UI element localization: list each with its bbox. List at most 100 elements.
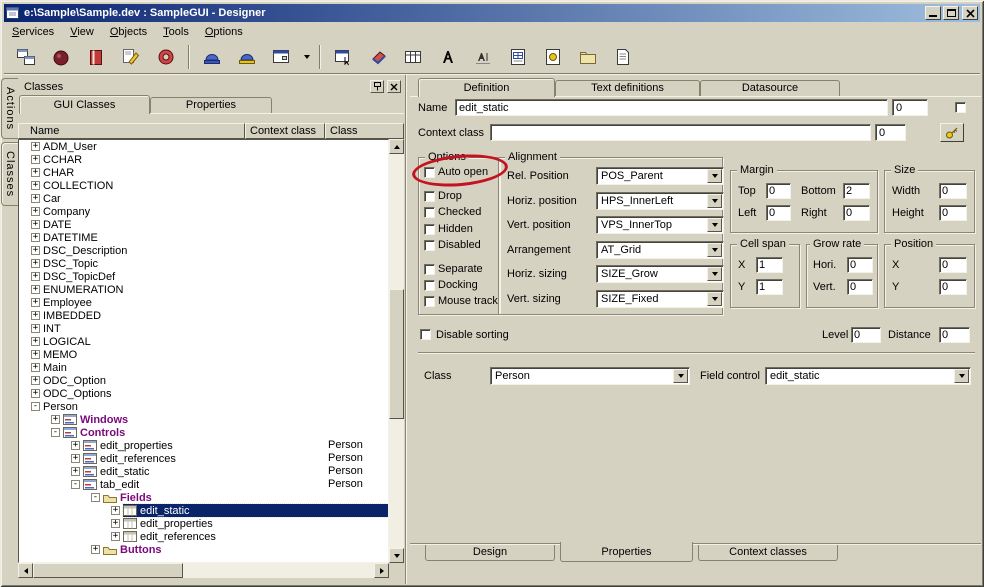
tab-context-classes[interactable]: Context classes bbox=[698, 545, 838, 561]
menu-item-objects[interactable]: Objects bbox=[102, 24, 155, 40]
tab-design[interactable]: Design bbox=[425, 545, 555, 561]
context-class-key-button[interactable] bbox=[940, 123, 964, 142]
tree-item-edit-references[interactable]: +edit_references bbox=[19, 530, 388, 543]
tab-datasource[interactable]: Datasource bbox=[700, 80, 840, 96]
tree-item-edit-references[interactable]: +edit_referencesPerson bbox=[19, 452, 388, 465]
expand-toggle[interactable]: + bbox=[31, 324, 40, 333]
font-button[interactable] bbox=[432, 43, 464, 71]
expand-toggle[interactable]: + bbox=[31, 272, 40, 281]
level-input[interactable] bbox=[851, 327, 881, 343]
expand-toggle[interactable]: + bbox=[31, 285, 40, 294]
auto-open-checkbox[interactable] bbox=[424, 167, 435, 178]
tree-item-enumeration[interactable]: +ENUMERATION bbox=[19, 283, 388, 296]
tree-item-main[interactable]: +Main bbox=[19, 361, 388, 374]
expand-toggle[interactable]: + bbox=[31, 142, 40, 151]
dropdown-arrow[interactable] bbox=[707, 218, 722, 232]
side-tab-actions[interactable]: Actions bbox=[1, 78, 18, 139]
position-y-input[interactable] bbox=[939, 279, 967, 295]
margin-left-input[interactable] bbox=[766, 205, 791, 221]
expand-toggle[interactable]: + bbox=[31, 298, 40, 307]
tab-text-definitions[interactable]: Text definitions bbox=[555, 80, 700, 96]
option-separate[interactable]: Separate bbox=[424, 262, 483, 276]
tab-properties[interactable]: Properties bbox=[560, 542, 693, 562]
option-mouse-track[interactable]: Mouse track. bbox=[424, 294, 501, 308]
menu-item-services[interactable]: Services bbox=[4, 24, 62, 40]
menu-item-view[interactable]: View bbox=[62, 24, 102, 40]
horiz-position-combo[interactable]: HPS_InnerLeft bbox=[596, 192, 724, 210]
expand-toggle[interactable]: + bbox=[71, 454, 80, 463]
option-checked[interactable]: Checked bbox=[424, 205, 481, 219]
horizontal-scrollbar[interactable] bbox=[18, 563, 389, 578]
expand-toggle[interactable]: + bbox=[31, 363, 40, 372]
margin-top-input[interactable] bbox=[766, 183, 791, 199]
tree-item-datetime[interactable]: +DATETIME bbox=[19, 231, 388, 244]
minimize-button[interactable] bbox=[925, 6, 941, 20]
tree-item-employee[interactable]: +Employee bbox=[19, 296, 388, 309]
vert-sizing-combo[interactable]: SIZE_Fixed bbox=[596, 290, 724, 308]
option-drop[interactable]: Drop bbox=[424, 189, 462, 203]
tree-item-edit-properties[interactable]: +edit_properties bbox=[19, 517, 388, 530]
docking-checkbox[interactable] bbox=[424, 280, 435, 291]
expand-toggle[interactable]: + bbox=[71, 441, 80, 450]
context-class-number-input[interactable] bbox=[875, 124, 906, 141]
column-header-name[interactable]: Name bbox=[18, 123, 245, 139]
field-control-combo[interactable]: edit_static bbox=[765, 367, 971, 385]
expand-toggle[interactable]: + bbox=[111, 506, 120, 515]
form-combo-button[interactable] bbox=[266, 43, 298, 71]
label-button[interactable] bbox=[467, 43, 499, 71]
hidden-checkbox[interactable] bbox=[424, 224, 435, 235]
tree-item-odc-options[interactable]: +ODC_Options bbox=[19, 387, 388, 400]
vertical-scroll-thumb[interactable] bbox=[389, 289, 404, 419]
grow-rate-vert-input[interactable] bbox=[847, 279, 873, 295]
disable-sorting-checkbox[interactable] bbox=[420, 329, 431, 340]
position-x-input[interactable] bbox=[939, 257, 967, 273]
tree-item-odc-option[interactable]: +ODC_Option bbox=[19, 374, 388, 387]
drop-checkbox[interactable] bbox=[424, 191, 435, 202]
tree-item-car[interactable]: +Car bbox=[19, 192, 388, 205]
tree-item-windows[interactable]: +Windows bbox=[19, 413, 388, 426]
dialog-button[interactable] bbox=[327, 43, 359, 71]
tree-item-edit-properties[interactable]: +edit_propertiesPerson bbox=[19, 439, 388, 452]
option-hidden[interactable]: Hidden bbox=[424, 222, 473, 236]
menu-item-tools[interactable]: Tools bbox=[155, 24, 197, 40]
expand-toggle[interactable]: + bbox=[31, 155, 40, 164]
tree-item-logical[interactable]: +LOGICAL bbox=[19, 335, 388, 348]
tree-item-int[interactable]: +INT bbox=[19, 322, 388, 335]
expand-toggle[interactable]: - bbox=[91, 493, 100, 502]
horizontal-scroll-thumb[interactable] bbox=[33, 563, 183, 578]
disabled-checkbox[interactable] bbox=[424, 240, 435, 251]
expand-toggle[interactable]: + bbox=[31, 389, 40, 398]
horiz-sizing-combo[interactable]: SIZE_Grow bbox=[596, 265, 724, 283]
toolbar-dropdown-arrow[interactable] bbox=[301, 43, 313, 71]
cell-span-y-input[interactable] bbox=[756, 279, 783, 295]
dock-pin-button[interactable] bbox=[370, 80, 384, 93]
tab-gui-classes[interactable]: GUI Classes bbox=[19, 95, 150, 114]
tree-item-imbedded[interactable]: +IMBEDDED bbox=[19, 309, 388, 322]
report-button[interactable] bbox=[502, 43, 534, 71]
tree-item-memo[interactable]: +MEMO bbox=[19, 348, 388, 361]
mouse-track-checkbox[interactable] bbox=[424, 296, 435, 307]
expand-toggle[interactable]: + bbox=[31, 337, 40, 346]
checked-checkbox[interactable] bbox=[424, 207, 435, 218]
expand-toggle[interactable]: - bbox=[51, 428, 60, 437]
lamp-gold-button[interactable] bbox=[231, 43, 263, 71]
expand-toggle[interactable]: - bbox=[31, 402, 40, 411]
side-tab-classes[interactable]: Classes bbox=[1, 142, 18, 206]
panel-splitter[interactable] bbox=[405, 75, 407, 584]
expand-toggle[interactable]: + bbox=[31, 259, 40, 268]
expand-toggle[interactable]: + bbox=[31, 207, 40, 216]
tree-item-controls[interactable]: -Controls bbox=[19, 426, 388, 439]
tree-item-company[interactable]: +Company bbox=[19, 205, 388, 218]
scroll-down-button[interactable] bbox=[389, 548, 404, 563]
dropdown-arrow[interactable] bbox=[954, 369, 969, 383]
tree-item-dsc-topic[interactable]: +DSC_Topic bbox=[19, 257, 388, 270]
tab-properties[interactable]: Properties bbox=[150, 97, 272, 113]
option-docking[interactable]: Docking bbox=[424, 278, 478, 292]
scroll-up-button[interactable] bbox=[389, 139, 404, 154]
workspace-button[interactable] bbox=[10, 43, 42, 71]
expand-toggle[interactable]: - bbox=[71, 480, 80, 489]
library-button[interactable] bbox=[80, 43, 112, 71]
maximize-button[interactable] bbox=[943, 6, 959, 20]
tree-item-fields[interactable]: -Fields bbox=[19, 491, 388, 504]
expand-toggle[interactable]: + bbox=[71, 467, 80, 476]
